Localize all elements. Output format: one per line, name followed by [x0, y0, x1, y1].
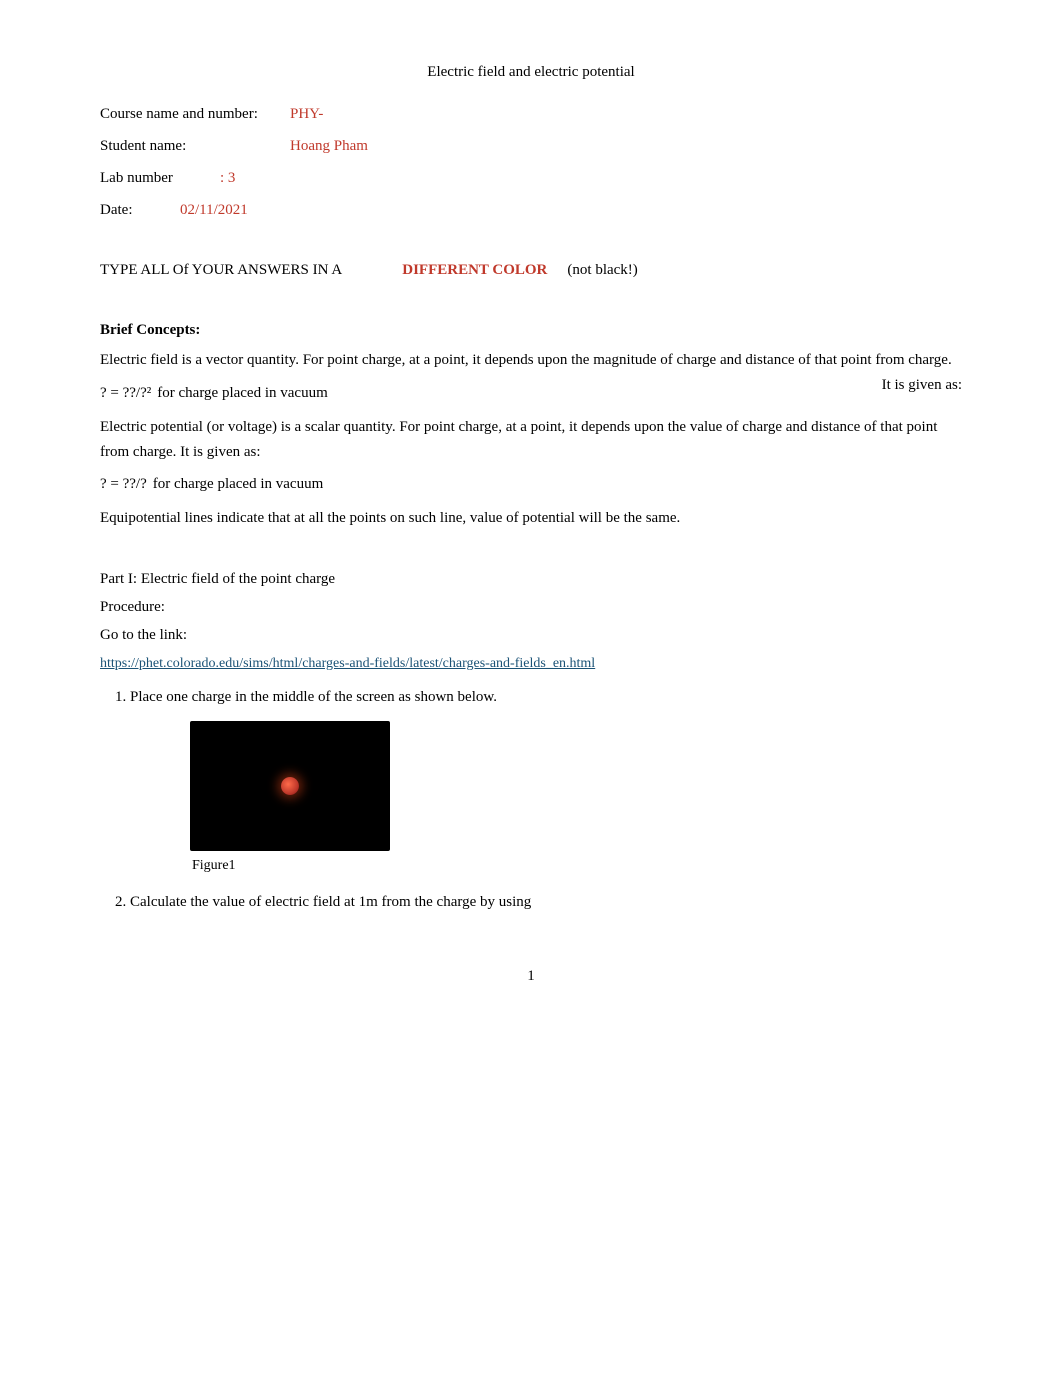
step-2: Calculate the value of electric field at…	[130, 890, 962, 914]
type-all-suffix: (not black!)	[567, 258, 637, 282]
date-value: 02/11/2021	[180, 198, 248, 222]
lab-value: : 3	[220, 166, 235, 190]
page-title: Electric field and electric potential	[100, 60, 962, 84]
date-label: Date:	[100, 198, 180, 222]
type-all-prefix: TYPE ALL Of YOUR ANSWERS IN A	[100, 258, 342, 282]
figure1-container: Figure1	[190, 721, 962, 877]
lab-label: Lab number	[100, 166, 220, 190]
formula2-text: ? = ??/?	[100, 472, 147, 496]
type-all-highlight: DIFFERENT COLOR	[402, 258, 547, 282]
student-label: Student name:	[100, 134, 290, 158]
figure1-image	[190, 721, 390, 851]
course-value: PHY-	[290, 102, 323, 126]
course-label: Course name and number:	[100, 102, 290, 126]
charge-dot	[281, 777, 299, 795]
student-line: Student name: Hoang Pham	[100, 134, 962, 158]
formula1-suffix: for charge placed in vacuum	[157, 381, 327, 405]
course-line: Course name and number: PHY-	[100, 102, 962, 126]
brief-para3: Equipotential lines indicate that at all…	[100, 506, 962, 531]
student-value: Hoang Pham	[290, 134, 368, 158]
date-line: Date: 02/11/2021	[100, 198, 962, 222]
step-2-text: Calculate the value of electric field at…	[130, 894, 531, 910]
link-container: https://phet.colorado.edu/sims/html/char…	[100, 651, 962, 675]
steps-list: Place one charge in the middle of the sc…	[130, 685, 962, 913]
procedure-heading: Procedure:	[100, 595, 962, 619]
part1-heading: Part I: Electric field of the point char…	[100, 567, 962, 591]
formula2-suffix: for charge placed in vacuum	[153, 472, 323, 496]
phet-link[interactable]: https://phet.colorado.edu/sims/html/char…	[100, 656, 595, 671]
para1-text: Electric field is a vector quantity. For…	[100, 352, 952, 368]
formula1-text: ? = ??/?²	[100, 381, 151, 405]
figure1-label: Figure1	[190, 855, 236, 877]
formula2-line: ? = ??/? for charge placed in vacuum	[100, 472, 962, 496]
step-1: Place one charge in the middle of the sc…	[130, 685, 962, 877]
brief-concepts-heading: Brief Concepts:	[100, 318, 962, 342]
page-number: 1	[100, 964, 962, 988]
lab-line: Lab number : 3	[100, 166, 962, 190]
brief-para2: Electric potential (or voltage) is a sca…	[100, 415, 962, 465]
brief-para1: Electric field is a vector quantity. For…	[100, 348, 962, 373]
step-1-text: Place one charge in the middle of the sc…	[130, 689, 497, 705]
para1-right: It is given as:	[882, 373, 962, 398]
go-to-link-label: Go to the link:	[100, 623, 962, 647]
type-all-line: TYPE ALL Of YOUR ANSWERS IN A DIFFERENT …	[100, 258, 962, 282]
formula1-line: ? = ??/?² for charge placed in vacuum	[100, 381, 882, 405]
